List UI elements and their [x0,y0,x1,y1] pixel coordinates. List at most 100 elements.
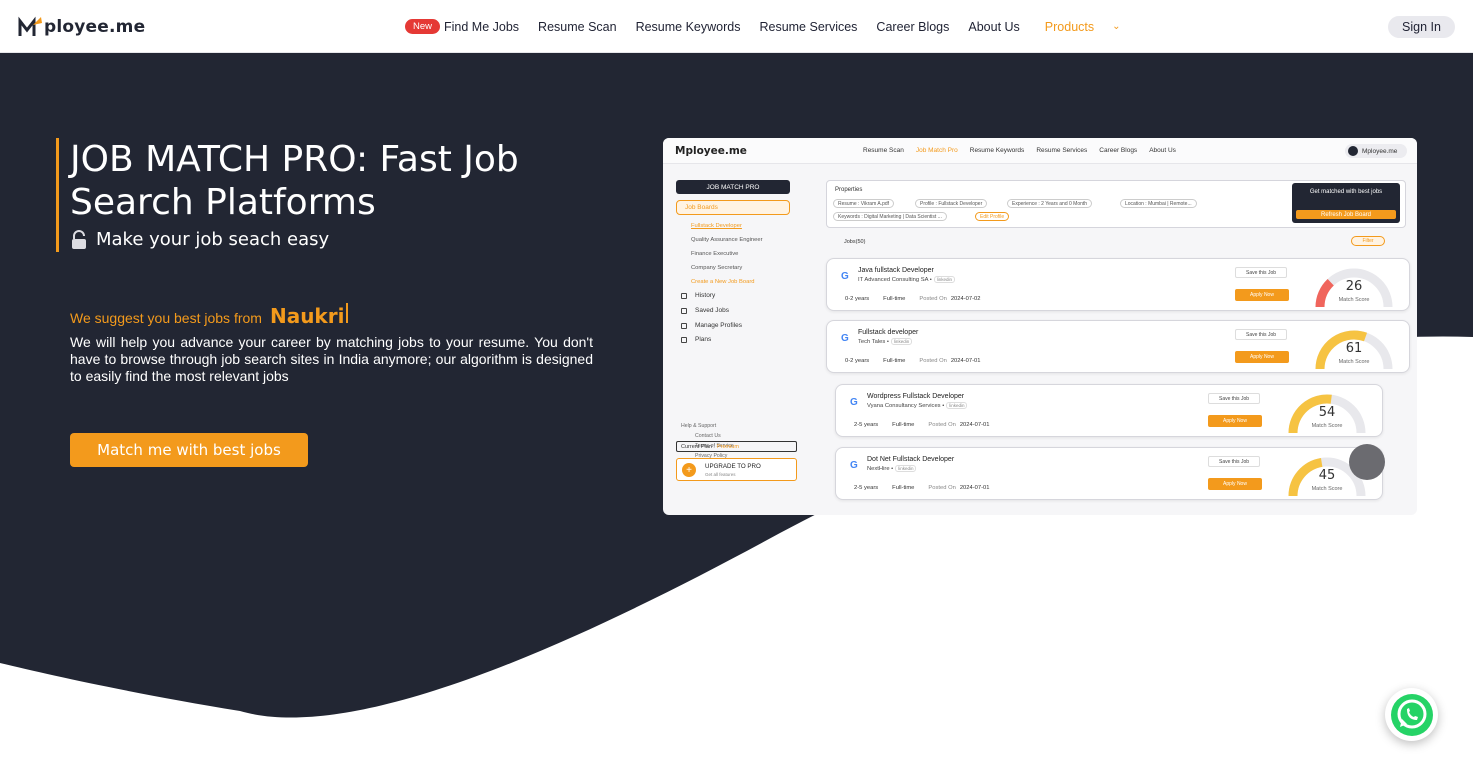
preview-job-card: G Fullstack developer Tech Tales • linkedin… [826,320,1410,373]
preview-main-item: History [681,292,715,299]
preview-save-job: Save this Job [1208,456,1260,467]
preview-job-title: Java fullstack Developer [858,267,934,274]
preview-match-score: 61 [1345,341,1363,356]
preview-help-title: Help & Support [681,423,717,429]
preview-properties: Properties Resume : Vikram A.pdf Profile… [826,180,1406,228]
preview-posted-label: Posted On [928,485,956,491]
preview-job-company: Vyana Consultancy Services • linkedin [867,402,968,409]
nav-about-us[interactable]: About Us [968,20,1019,34]
preview-match-score: 26 [1345,279,1363,294]
preview-nav-item-active: Job Match Pro [915,147,958,154]
users-icon [681,322,687,329]
preview-save-job: Save this Job [1235,267,1287,278]
preview-main-item-label: History [695,292,716,299]
preview-sub-item: Fullstack Developer [691,223,742,229]
plans-icon [681,336,687,343]
preview-company-name: Vyana Consultancy Services [867,403,941,409]
preview-help-item: Contact Us [695,433,721,439]
new-badge: New [405,19,441,34]
top-navbar: ployee.me New Find Me Jobs Resume Scan R… [0,0,1473,53]
preview-job-exp: 2-5 years [854,485,879,491]
preview-main-item-label: Plans [695,336,712,343]
preview-nav-item: Resume Keywords [969,147,1025,154]
preview-job-meta: 0-2 years Full-time Posted On 2024-07-01 [845,358,980,364]
preview-job-exp: 2-5 years [854,422,879,428]
preview-match-score-label: Match Score [1338,359,1370,365]
nav-find-me-jobs[interactable]: Find Me Jobs [444,20,519,34]
preview-company-name: IT Advanced Consulting SA [858,277,929,283]
preview-upgrade-text: UPGRADE TO PRO [705,463,761,470]
preview-upgrade-box: + UPGRADE TO PRO Get all features [676,458,797,481]
google-icon: G [850,460,858,471]
chevron-down-icon[interactable]: ⌄ [1112,21,1120,32]
preview-upgrade-sub: Get all features [705,472,736,477]
nav-products[interactable]: Products [1045,20,1094,34]
hero-title: JOB MATCH PRO: Fast Job Search Platforms [70,139,519,223]
preview-apply-now: Apply Now [1235,289,1289,301]
preview-current-plan: Current Plan : Premium [676,441,797,452]
google-icon: G [841,333,849,344]
chat-bubble-icon [1349,444,1385,480]
app-preview-image: Mployee.me Resume Scan Job Match Pro Res… [663,138,1417,515]
typing-cursor [346,303,349,323]
preview-source-tag: linkedin [895,465,917,472]
preview-job-meta: 0-2 years Full-time Posted On 2024-07-02 [845,296,980,302]
preview-chip: Keywords : Digital Marketing | Data Scie… [833,212,947,221]
preview-logo: Mployee.me [675,145,747,157]
preview-nav-item: Resume Scan [863,147,904,154]
preview-nav-item: Resume Services [1036,147,1088,154]
preview-main-item: Manage Profiles [681,322,742,329]
whatsapp-button[interactable] [1385,688,1438,741]
preview-job-type: Full-time [883,358,906,364]
preview-sub-item: Company Secretary [691,265,743,271]
preview-filter: Filter [1351,236,1385,246]
preview-nav-item: About Us [1149,147,1176,154]
preview-job-type: Full-time [883,296,906,302]
preview-match-score: 54 [1318,405,1336,420]
preview-job-company: Tech Tales • linkedin [858,338,913,345]
nav-career-blogs[interactable]: Career Blogs [876,20,949,34]
avatar [1348,146,1358,156]
preview-apply-now: Apply Now [1208,415,1262,427]
preview-posted-date: 2024-07-01 [959,485,990,491]
sign-in-button[interactable]: Sign In [1388,16,1455,38]
google-icon: G [841,271,849,282]
preview-job-meta: 2-5 years Full-time Posted On 2024-07-01 [854,485,989,491]
preview-chip: Experience : 2 Years and 0 Month [1007,199,1093,208]
preview-posted-label: Posted On [919,358,947,364]
hero-subtitle: Make your job seach easy [70,229,329,250]
preview-save-job: Save this Job [1208,393,1260,404]
preview-chip: Profile : Fullstack Developer [915,199,988,208]
preview-chip: Location : Mumbai | Remote... [1120,199,1197,208]
preview-job-meta: 2-5 years Full-time Posted On 2024-07-01 [854,422,989,428]
preview-company-name: Tech Tales [858,339,886,345]
bookmark-icon [681,307,687,314]
unlock-icon [72,229,86,249]
preview-navbar: Mployee.me Resume Scan Job Match Pro Res… [663,138,1417,164]
preview-nav-links: Resume Scan Job Match Pro Resume Keyword… [863,147,1188,154]
preview-source-tag: linkedin [933,276,956,283]
preview-job-title: Wordpress Fullstack Developer [867,393,965,400]
google-icon: G [850,397,858,408]
match-jobs-button[interactable]: Match me with best jobs [70,433,308,467]
nav-resume-keywords[interactable]: Resume Keywords [636,20,741,34]
nav-links: New Find Me Jobs Resume Scan Resume Keyw… [405,0,1121,53]
preview-refresh: Refresh Job Board [1296,210,1396,219]
preview-job-exp: 0-2 years [845,358,870,364]
nav-resume-scan[interactable]: Resume Scan [538,20,617,34]
nav-resume-services[interactable]: Resume Services [759,20,857,34]
preview-job-exp: 0-2 years [845,296,870,302]
preview-posted-label: Posted On [928,422,956,428]
whatsapp-icon [1390,693,1433,736]
preview-job-title: Fullstack developer [858,329,919,336]
preview-posted-date: 2024-07-01 [959,422,990,428]
preview-user-name: Mployee.me [1362,147,1398,155]
preview-match-score-label: Match Score [1311,423,1343,429]
preview-match-score-label: Match Score [1311,486,1343,492]
brand-logo[interactable]: ployee.me [18,14,145,40]
preview-job-boards-label: Job Boards [685,204,718,211]
preview-company-name: NextHire [867,466,890,472]
preview-posted-label: Posted On [919,296,947,302]
logo-mark-icon [18,16,42,36]
preview-get-matched-text: Get matched with best jobs [1309,189,1383,195]
